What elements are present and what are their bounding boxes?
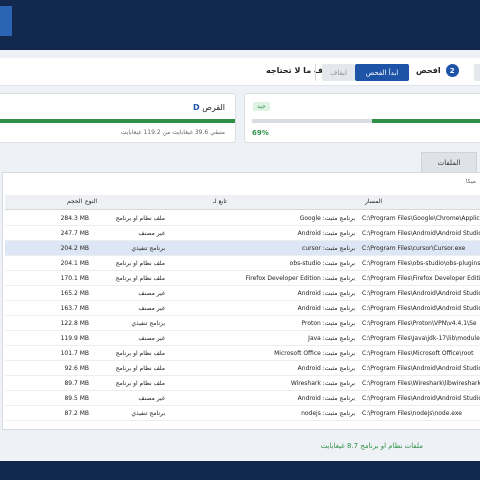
cell-type: غير مصنف [138,290,165,297]
cell-type: برنامج تنفيذي [131,245,165,252]
cell-size: 92.6 MB [64,365,89,372]
cell-vendor: برنامج مثبت: Proton [301,320,356,327]
cell-vendor: برنامج مثبت: Android [297,290,355,297]
cell-type: ملف نظام او برنامج [115,365,165,372]
toolbar-edge-button[interactable] [474,64,480,81]
cell-size: 284.3 MB [60,215,89,222]
table-row[interactable]: C:\Program Files\Firefox Developer Editi… [5,271,480,286]
cell-size: 165.2 MB [60,290,89,297]
cell-vendor: برنامج مثبت: Wireshark [290,380,355,387]
footer-summary: ملفات نظام او برنامج 8.7 غيغابايت [320,442,423,450]
table-row[interactable]: C:\Program Files\obs-studio\obs-plugins ب… [5,256,480,271]
tab-files[interactable]: الملفات [421,152,477,173]
cell-path: C:\Program Files\Android\Android Studio [362,395,480,402]
app-logo [0,6,12,36]
cell-vendor: برنامج مثبت: Java [308,335,355,342]
cell-size: 247.7 MB [60,230,89,237]
health-bar-fill [372,119,480,123]
drive-letter: D [193,103,200,112]
cell-path: C:\Program Files\Android\Android Studio [362,230,480,237]
cell-path: C:\Program Files\Java\jdk-17\lib\modules [362,335,480,342]
cell-size: 204.1 MB [60,260,89,267]
drive-card: القرص D متبقي 39.6 غيغابايت من 119.2 غيغ… [0,93,236,143]
cell-path: C:\Program Files\Proton\VPN\v4.4.1\Se [362,320,477,327]
cell-vendor: برنامج مثبت: Microsoft Office [274,350,355,357]
search-text[interactable]: ميكا [0,174,480,190]
table-row[interactable]: C:\Program Files\Android\Android Studio ب… [5,391,480,406]
table-row[interactable]: C:\Program Files\Microsoft Office\root بر… [5,346,480,361]
table-row[interactable]: C:\Program Files\Java\jdk-17\lib\modules… [5,331,480,346]
step-2: 2 افحص [416,64,459,77]
cell-path: C:\Program Files\Android\Android Studio [362,290,480,297]
cell-path: C:\Program Files\nodejs\node.exe [362,410,462,417]
cell-path: C:\Program Files\Google\Chrome\Applicati… [362,215,480,222]
cell-vendor: برنامج مثبت: cursor [302,245,355,252]
table-row[interactable]: C:\Program Files\cursor\Cursor.exe برنامج… [5,241,480,256]
drive-usage-bar [0,119,235,123]
cell-vendor: برنامج مثبت: Firefox Developer Edition [245,275,355,282]
cell-vendor: برنامج مثبت: obs-studio [289,260,355,267]
cell-type: غير مصنف [138,395,165,402]
cell-type: غير مصنف [138,305,165,312]
cell-type: ملف نظام او برنامج [115,215,165,222]
table-row[interactable]: C:\Program Files\Android\Android Studio ب… [5,286,480,301]
cell-size: 89.7 MB [64,380,89,387]
cell-vendor: برنامج مثبت: Google [299,215,355,222]
header-vendor[interactable]: تابع لـ [213,198,227,205]
cell-path: C:\Program Files\cursor\Cursor.exe [362,245,466,252]
drive-free-space: متبقي 39.6 غيغابايت من 119.2 غيغابايت [120,129,225,136]
cell-size: 204.2 MB [60,245,89,252]
step-2-label: افحص [416,66,441,75]
cell-path: C:\Program Files\obs-studio\obs-plugins [362,260,480,267]
cell-type: برنامج تنفيذي [131,320,165,327]
status-badge: جيد [253,102,270,111]
table-row[interactable]: C:\Program Files\Google\Chrome\Applicati… [5,211,480,226]
toolbar-divider [315,64,316,81]
bottom-bar [0,461,480,480]
table-row[interactable]: C:\Program Files\Android\Android Studio ب… [5,361,480,376]
drive-card-title: القرص [202,103,225,112]
cell-size: 119.9 MB [60,335,89,342]
cell-path: C:\Program Files\Wireshark\libwireshark [362,380,480,387]
tab-strip: الملفات [0,150,480,173]
cell-vendor: برنامج مثبت: Android [297,305,355,312]
cell-path: C:\Program Files\Microsoft Office\root [362,350,474,357]
table-row[interactable]: C:\Program Files\Android\Android Studio ب… [5,301,480,316]
health-percent: 69% [252,129,269,137]
cell-size: 87.2 MB [64,410,89,417]
cell-size: 89.5 MB [64,395,89,402]
header-type[interactable]: النوع [85,198,97,205]
cell-type: ملف نظام او برنامج [115,380,165,387]
cell-type: ملف نظام او برنامج [115,350,165,357]
table-row[interactable]: C:\Program Files\Proton\VPN\v4.4.1\Se برن… [5,316,480,331]
cell-type: ملف نظام او برنامج [115,275,165,282]
cell-vendor: برنامج مثبت: Android [297,395,355,402]
table-row[interactable]: C:\Program Files\nodejs\node.exe برنامج م… [5,406,480,421]
cell-vendor: برنامج مثبت: nodejs [301,410,355,417]
cell-type: برنامج تنفيذي [131,410,165,417]
table-header: المسار تابع لـ النوع الحجم [5,195,480,210]
top-header-bar [0,0,480,50]
stop-scan-button[interactable]: ايقاف [322,64,355,81]
start-scan-button[interactable]: ابدأ الفحص [355,64,409,81]
cell-path: C:\Program Files\Firefox Developer Editi… [362,275,480,282]
header-size[interactable]: الحجم [67,198,82,205]
cell-vendor: برنامج مثبت: Android [297,365,355,372]
table-row[interactable]: C:\Program Files\Wireshark\libwireshark ب… [5,376,480,391]
cell-size: 163.7 MB [60,305,89,312]
cell-type: غير مصنف [138,230,165,237]
cell-path: C:\Program Files\Android\Android Studio [362,365,480,372]
cell-size: 101.7 MB [60,350,89,357]
cell-size: 170.1 MB [60,275,89,282]
step-2-number: 2 [445,64,459,77]
table-row[interactable]: C:\Program Files\Android\Android Studio ب… [5,226,480,241]
health-card: جيد 69% [244,93,480,143]
header-path[interactable]: المسار [365,198,382,205]
cell-type: ملف نظام او برنامج [115,260,165,267]
cell-path: C:\Program Files\Android\Android Studio [362,305,480,312]
cell-type: غير مصنف [138,335,165,342]
cell-vendor: برنامج مثبت: Android [297,230,355,237]
cell-size: 122.8 MB [60,320,89,327]
